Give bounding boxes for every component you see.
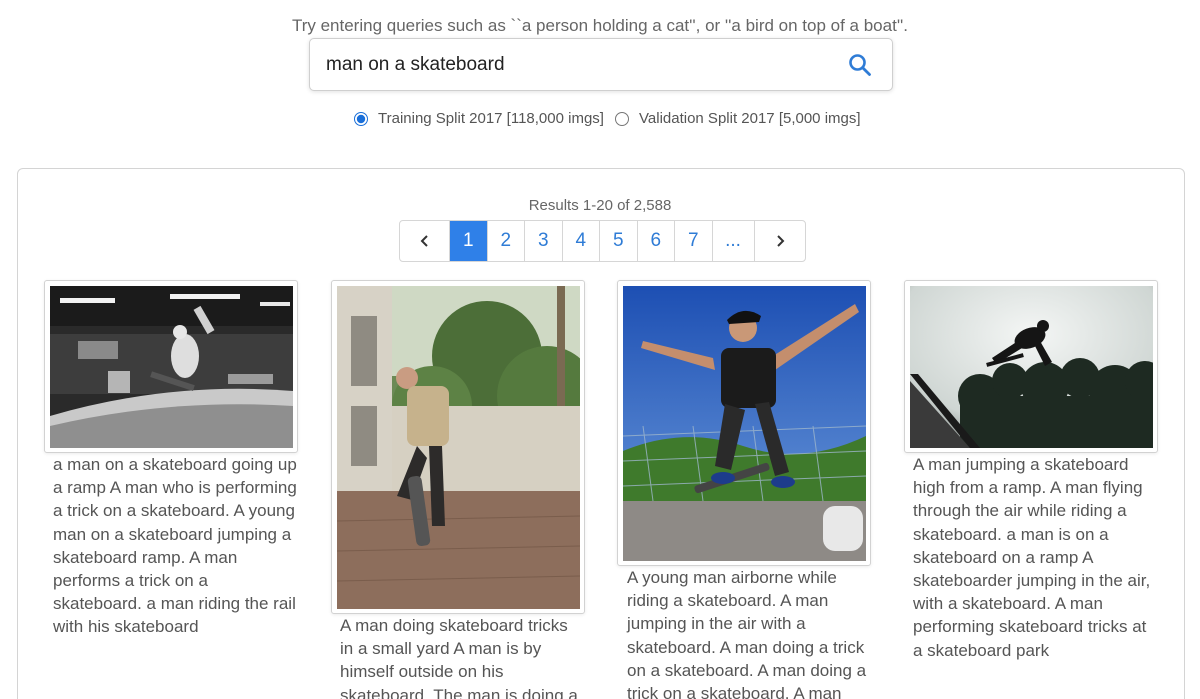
result-image-frame[interactable] <box>44 280 298 453</box>
result-caption: A man doing skateboard tricks in a small… <box>340 616 578 699</box>
radio-training-input[interactable] <box>354 111 368 126</box>
search-input[interactable] <box>326 49 826 81</box>
result-caption: A young man airborne while riding a skat… <box>627 568 867 699</box>
page-2-button[interactable]: 2 <box>488 221 525 261</box>
search-icon[interactable] <box>848 53 872 77</box>
radio-validation-label: Validation Split 2017 [5,000 imgs] <box>639 110 861 127</box>
page-next-button[interactable] <box>755 221 805 261</box>
radio-validation-split[interactable]: Validation Split 2017 [5,000 imgs] <box>615 110 861 127</box>
result-image-frame[interactable] <box>331 280 585 614</box>
search-box[interactable] <box>309 38 893 91</box>
result-image <box>623 286 866 561</box>
page-6-button[interactable]: 6 <box>638 221 675 261</box>
pagination: 1 2 3 4 5 6 7 ... <box>399 220 806 262</box>
page-5-button[interactable]: 5 <box>600 221 638 261</box>
page-4-button[interactable]: 4 <box>563 221 600 261</box>
page-1-button[interactable]: 1 <box>450 221 488 261</box>
radio-training-split[interactable]: Training Split 2017 [118,000 imgs] <box>354 110 604 127</box>
page-7-button[interactable]: 7 <box>675 221 713 261</box>
result-image-frame[interactable] <box>617 280 871 566</box>
result-caption: A man jumping a skateboard high from a r… <box>913 455 1151 660</box>
result-caption: a man on a skateboard going up a ramp A … <box>53 455 297 637</box>
results-count: Results 1-20 of 2,588 <box>528 197 672 214</box>
result-image <box>337 286 580 609</box>
result-image-frame[interactable] <box>904 280 1158 453</box>
radio-training-label: Training Split 2017 [118,000 imgs] <box>378 110 604 127</box>
result-image <box>910 286 1153 448</box>
page-3-button[interactable]: 3 <box>525 221 563 261</box>
search-hint: Try entering queries such as ``a person … <box>291 16 909 35</box>
result-image <box>50 286 293 448</box>
page-ellipsis[interactable]: ... <box>713 221 755 261</box>
chevron-right-icon <box>776 235 784 247</box>
split-options: Training Split 2017 [118,000 imgs] Valid… <box>0 110 1200 132</box>
radio-validation-input[interactable] <box>615 111 629 126</box>
chevron-left-icon <box>420 235 428 247</box>
page-prev-button[interactable] <box>400 221 450 261</box>
